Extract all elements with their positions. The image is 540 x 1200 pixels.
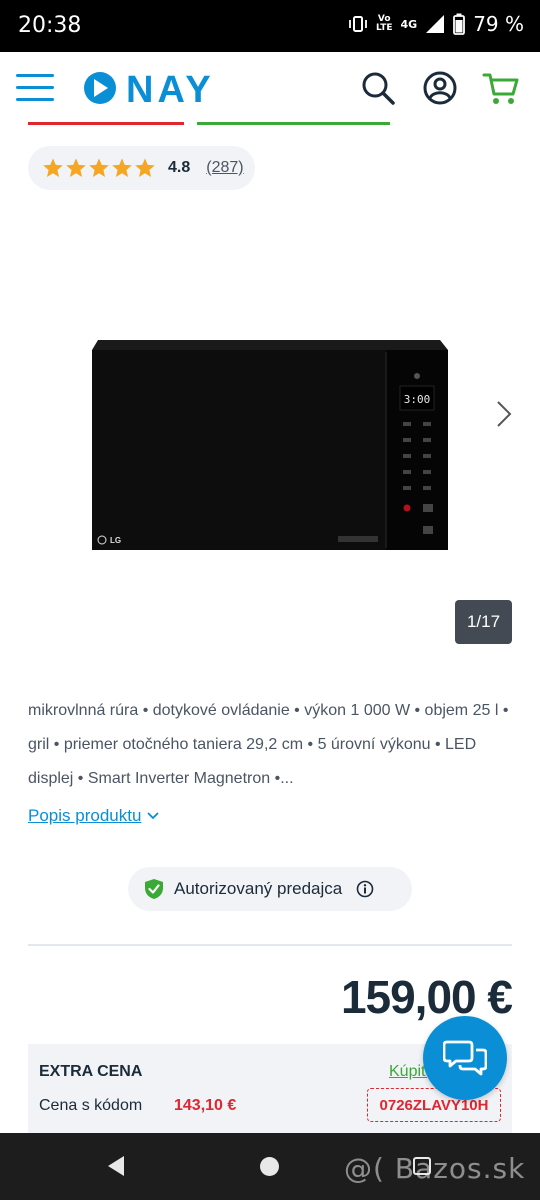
chevron-down-icon [147,812,160,820]
status-time: 20:38 [18,13,82,38]
brand-label: LG [110,536,121,545]
menu-icon[interactable] [16,74,54,102]
authorized-dealer-badge[interactable]: Autorizovaný predajca [128,867,412,911]
rating-count-link[interactable]: (287) [206,159,243,177]
chat-button[interactable] [423,1016,507,1100]
volte-icon: Vo LTE [376,15,393,33]
site-header: NAY [0,52,540,128]
logo-text: NAY [126,70,215,106]
chevron-right-icon[interactable] [490,396,516,432]
extra-price-title: EXTRA CENA [39,1063,143,1080]
network-label: 4G [400,17,418,31]
back-icon[interactable] [106,1155,126,1177]
product-description: mikrovlnná rúra • dotykové ovládanie • v… [28,702,509,787]
rating-stars [42,157,156,179]
status-icons: Vo LTE 4G 79 % [348,12,524,36]
nay-logo[interactable]: NAY [80,70,256,106]
account-icon[interactable] [422,70,458,106]
extra-price-buy-link[interactable]: Kúpiť [389,1063,427,1081]
volte-bottom: LTE [375,23,393,33]
chat-icon [443,1040,487,1076]
divider [28,944,512,946]
rating-badge[interactable]: 4.8 (287) [28,146,255,190]
code-price-value: 143,10 € [174,1097,237,1114]
star-icon [112,158,132,177]
product-price: 159,00 € [340,971,513,1023]
watermark: @( Bazos.sk [344,1152,526,1185]
battery-percent: 79 % [473,12,524,36]
shield-check-icon [145,879,163,899]
vibrate-icon [349,16,367,32]
code-price-label: Cena s kódom [39,1097,143,1114]
description-link-label: Popis produktu [28,806,142,825]
cart-icon[interactable] [482,70,520,106]
microwave-display: 3:00 [404,393,431,406]
accent-line-green [197,122,390,125]
page: 20:38 Vo LTE 4G 79 % NAY 4.8 (287) 3:00 … [0,0,540,1200]
image-counter: 1/17 [455,600,512,644]
info-icon[interactable] [356,880,374,898]
star-icon [66,158,86,177]
product-image[interactable]: 3:00 LG [88,336,452,556]
status-bar: 20:38 Vo LTE 4G 79 % [0,0,540,52]
signal-icon [426,15,445,33]
accent-line-red [28,122,184,125]
authorized-label: Autorizovaný predajca [174,879,343,898]
star-icon [43,158,63,177]
product-description-link[interactable]: Popis produktu [28,806,160,826]
search-icon[interactable] [360,70,396,106]
battery-icon [453,13,466,35]
star-icon [135,158,155,177]
rating-value: 4.8 [168,159,191,176]
home-icon[interactable] [260,1157,279,1176]
star-icon [89,158,109,177]
